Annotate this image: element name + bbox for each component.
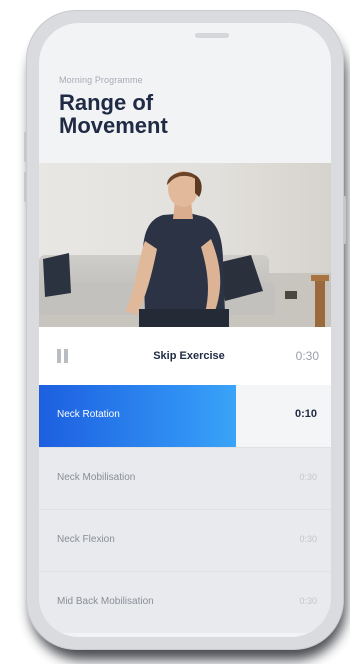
exercise-time: 0:30	[299, 596, 317, 606]
pause-icon[interactable]	[57, 349, 69, 363]
program-title-line-1: Range of	[59, 90, 154, 115]
phone-frame: Morning Programme Range of Movement Skip…	[26, 10, 344, 650]
video-frame-illustration	[39, 163, 331, 327]
exercise-item-neck-rotation[interactable]: Neck Rotation 0:10	[39, 385, 331, 447]
exercise-item-mid-back-mobilisation[interactable]: Mid Back Mobilisation 0:30	[39, 571, 331, 633]
program-subtitle: Morning Programme	[59, 75, 143, 85]
exercise-label: Neck Rotation	[57, 409, 120, 420]
exercise-label: Mid Back Mobilisation	[57, 596, 154, 607]
page: Morning Programme Range of Movement Skip…	[0, 0, 350, 664]
player-time: 0:30	[295, 349, 319, 363]
exercise-label: Neck Flexion	[57, 534, 115, 545]
exercise-time: 0:10	[294, 408, 317, 420]
skip-exercise-button[interactable]: Skip Exercise	[139, 347, 239, 365]
pause-icon-bar-left	[57, 349, 61, 363]
program-title-line-2: Movement	[59, 113, 168, 138]
exercise-item-neck-flexion[interactable]: Neck Flexion 0:30	[39, 509, 331, 571]
program-header: Morning Programme Range of Movement	[59, 75, 321, 137]
speaker-notch	[195, 33, 229, 38]
pause-icon-bar-right	[64, 349, 68, 363]
exercise-time: 0:30	[299, 472, 317, 482]
exercise-time: 0:30	[299, 534, 317, 544]
exercise-list: Neck Rotation 0:10 Neck Mobilisation 0:3…	[39, 385, 331, 633]
exercise-label: Neck Mobilisation	[57, 472, 136, 483]
exercise-item-neck-mobilisation[interactable]: Neck Mobilisation 0:30	[39, 447, 331, 509]
program-title: Range of Movement	[59, 91, 321, 137]
player-controls: Skip Exercise 0:30	[39, 327, 331, 385]
exercise-video[interactable]	[39, 163, 331, 327]
phone-screen: Morning Programme Range of Movement Skip…	[39, 23, 331, 637]
